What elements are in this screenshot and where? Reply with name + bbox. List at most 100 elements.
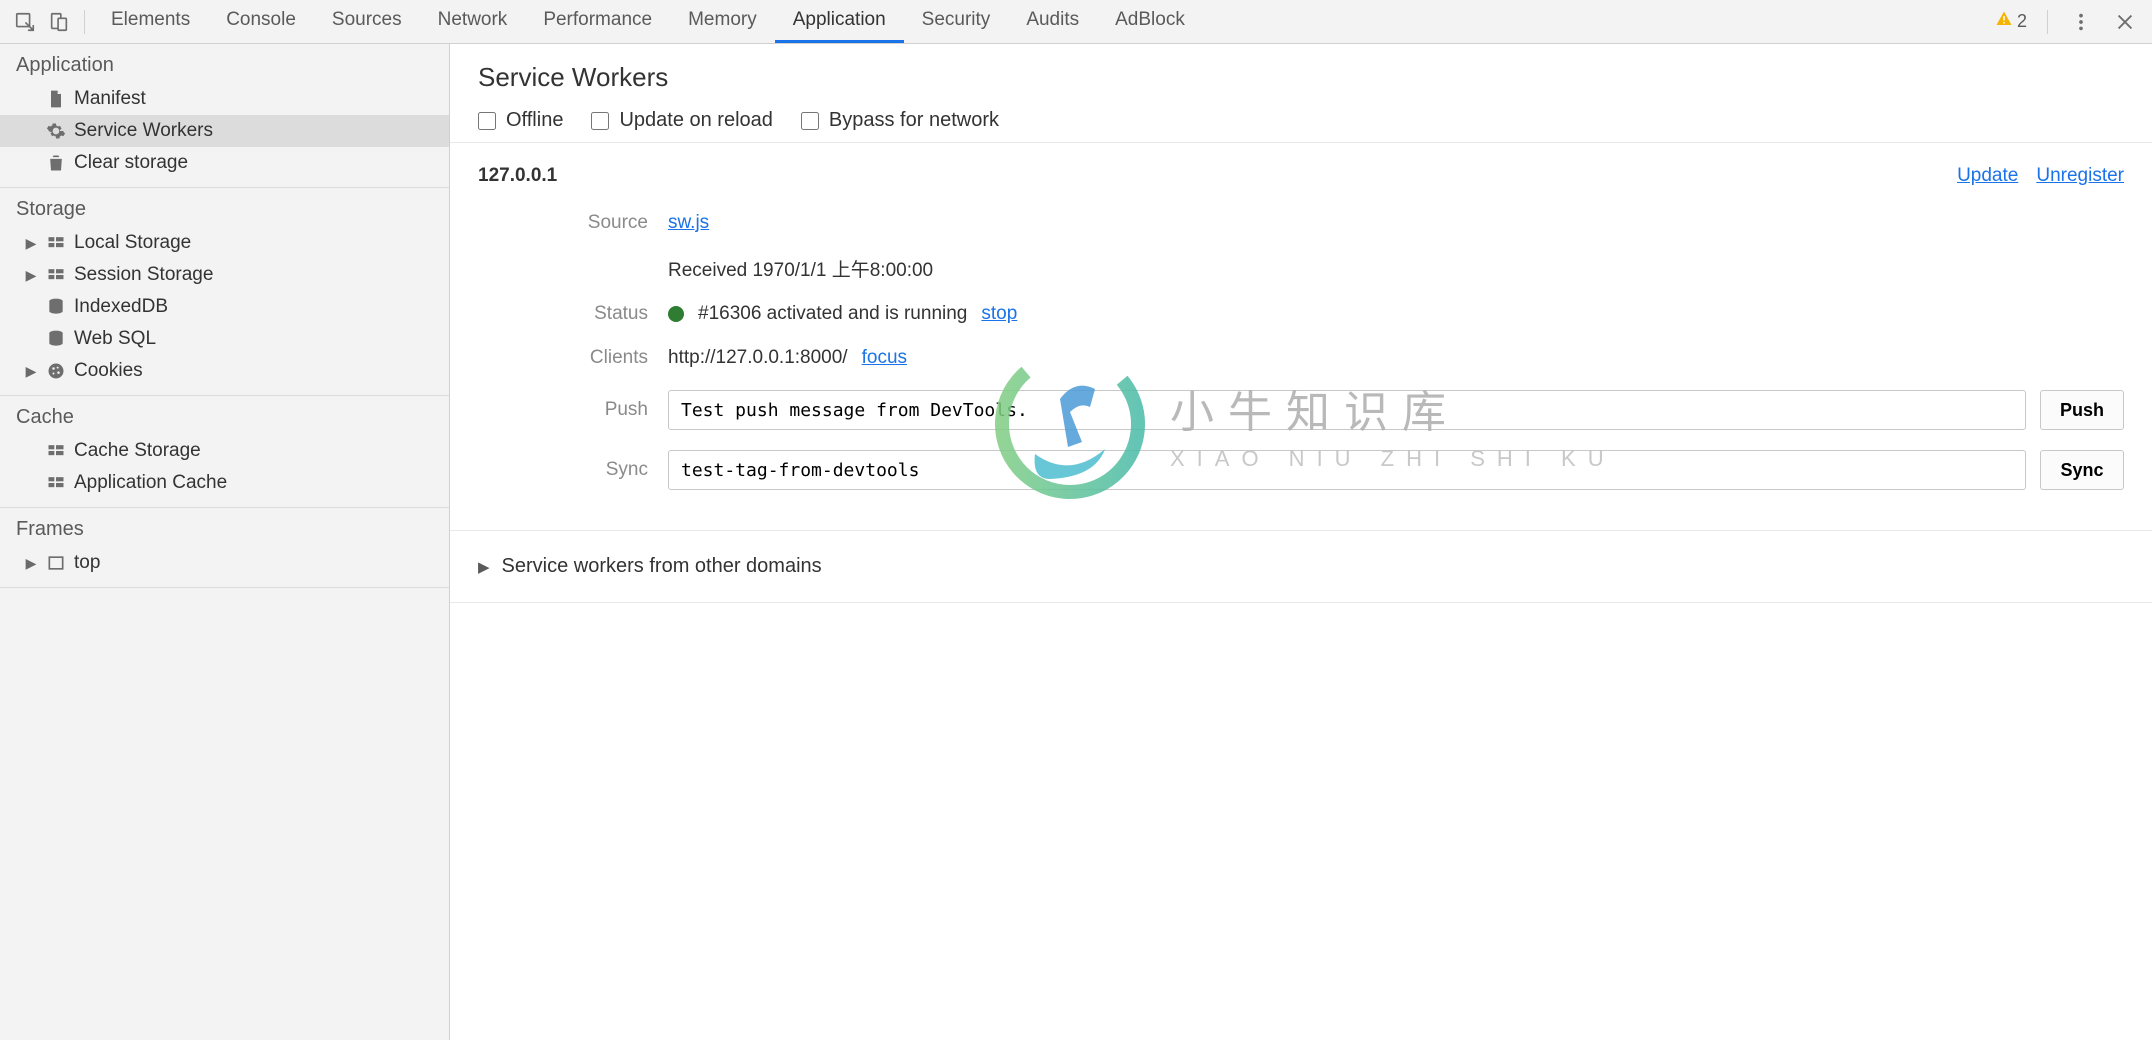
sidebar-item-service-workers[interactable]: Service Workers bbox=[0, 115, 449, 147]
sidebar-item-cookies[interactable]: ▶ Cookies bbox=[0, 355, 449, 387]
sidebar-section-frames: Frames▶top bbox=[0, 508, 449, 588]
source-link[interactable]: sw.js bbox=[668, 212, 709, 234]
offline-label: Offline bbox=[506, 109, 563, 132]
sync-input[interactable] bbox=[668, 450, 2026, 490]
tab-elements[interactable]: Elements bbox=[93, 0, 208, 43]
received-row: Received 1970/1/1 上午8:00:00 bbox=[478, 245, 2124, 292]
sidebar-section-title: Cache bbox=[0, 396, 449, 435]
bypass-for-network-input[interactable] bbox=[801, 112, 819, 130]
top-bar-divider bbox=[84, 10, 85, 34]
sidebar-item-web-sql[interactable]: Web SQL bbox=[0, 323, 449, 355]
device-toolbar-icon[interactable] bbox=[42, 5, 76, 39]
db-icon bbox=[46, 329, 66, 349]
top-bar-right: 2 bbox=[1989, 5, 2144, 39]
offline-checkbox-input[interactable] bbox=[478, 112, 496, 130]
tab-sources[interactable]: Sources bbox=[314, 0, 420, 43]
content-title: Service Workers bbox=[478, 62, 2124, 93]
sidebar-item-local-storage[interactable]: ▶ Local Storage bbox=[0, 227, 449, 259]
sidebar-item-label: Cache Storage bbox=[74, 440, 201, 462]
update-on-reload-input[interactable] bbox=[591, 112, 609, 130]
inspect-element-icon[interactable] bbox=[8, 5, 42, 39]
update-on-reload-checkbox[interactable]: Update on reload bbox=[591, 109, 772, 132]
grid-icon bbox=[46, 265, 66, 285]
clients-focus-link[interactable]: focus bbox=[862, 347, 907, 369]
sidebar-item-session-storage[interactable]: ▶Session Storage bbox=[0, 259, 449, 291]
clients-url: http://127.0.0.1:8000/ bbox=[668, 347, 848, 369]
sidebar-item-label: IndexedDB bbox=[74, 296, 168, 318]
sidebar-item-label: Clear storage bbox=[74, 152, 188, 174]
tab-memory[interactable]: Memory bbox=[670, 0, 775, 43]
source-row: Source sw.js bbox=[478, 201, 2124, 245]
grid-icon bbox=[46, 473, 66, 493]
status-dot-icon bbox=[668, 306, 684, 322]
unregister-link[interactable]: Unregister bbox=[2036, 165, 2124, 187]
sidebar-section-storage: Storage▶Local Storage▶Session StorageInd… bbox=[0, 188, 449, 396]
sidebar-item-label: Local Storage bbox=[74, 232, 191, 254]
offline-checkbox[interactable]: Offline bbox=[478, 109, 563, 132]
more-options-icon[interactable] bbox=[2062, 5, 2100, 39]
scope-name: 127.0.0.1 bbox=[478, 165, 557, 187]
sidebar-item-label: Service Workers bbox=[74, 120, 213, 142]
content-panel: Service Workers Offline Update on reload… bbox=[450, 44, 2152, 1040]
bypass-for-network-checkbox[interactable]: Bypass for network bbox=[801, 109, 999, 132]
sidebar-item-label: Cookies bbox=[74, 360, 143, 382]
warning-count-value: 2 bbox=[2017, 11, 2027, 32]
devtools-top-bar: ElementsConsoleSourcesNetworkPerformance… bbox=[0, 0, 2152, 44]
status-text: #16306 activated and is running bbox=[698, 303, 967, 325]
status-row: Status #16306 activated and is running s… bbox=[478, 292, 2124, 336]
sidebar-item-label: Manifest bbox=[74, 88, 146, 110]
scope-actions: Update Unregister bbox=[1957, 165, 2124, 187]
tab-performance[interactable]: Performance bbox=[525, 0, 670, 43]
clients-row: Clients http://127.0.0.1:8000/ focus bbox=[478, 336, 2124, 380]
cookie-icon bbox=[46, 361, 66, 381]
tab-application[interactable]: Application bbox=[775, 0, 904, 43]
sidebar: Application Manifest Service Workers Clear … bbox=[0, 44, 450, 1040]
push-label: Push bbox=[478, 399, 668, 421]
checkbox-row: Offline Update on reload Bypass for netw… bbox=[478, 109, 2124, 132]
sidebar-section-title: Frames bbox=[0, 508, 449, 547]
content-header: Service Workers Offline Update on reload… bbox=[450, 44, 2152, 142]
close-icon[interactable] bbox=[2106, 5, 2144, 39]
sync-label: Sync bbox=[478, 459, 668, 481]
received-value: Received 1970/1/1 上午8:00:00 bbox=[668, 255, 2124, 282]
sidebar-item-label: Web SQL bbox=[74, 328, 156, 350]
sidebar-item-application-cache[interactable]: Application Cache bbox=[0, 467, 449, 499]
top-tabs: ElementsConsoleSourcesNetworkPerformance… bbox=[93, 0, 1203, 43]
sidebar-section-application: Application Manifest Service Workers Clear … bbox=[0, 44, 449, 188]
warning-count[interactable]: 2 bbox=[1989, 10, 2033, 33]
service-worker-details: Source sw.js Received 1970/1/1 上午8:00:00… bbox=[450, 197, 2152, 530]
push-button[interactable]: Push bbox=[2040, 390, 2124, 430]
frame-icon bbox=[46, 553, 66, 573]
tab-adblock[interactable]: AdBlock bbox=[1097, 0, 1203, 43]
tab-network[interactable]: Network bbox=[420, 0, 526, 43]
main-split: Application Manifest Service Workers Clear … bbox=[0, 44, 2152, 1040]
sync-button[interactable]: Sync bbox=[2040, 450, 2124, 490]
sidebar-item-manifest[interactable]: Manifest bbox=[0, 83, 449, 115]
push-input[interactable] bbox=[668, 390, 2026, 430]
sidebar-section-title: Application bbox=[0, 44, 449, 83]
update-link[interactable]: Update bbox=[1957, 165, 2018, 187]
sidebar-section-title: Storage bbox=[0, 188, 449, 227]
sidebar-item-top[interactable]: ▶top bbox=[0, 547, 449, 579]
tab-security[interactable]: Security bbox=[904, 0, 1009, 43]
sidebar-item-cache-storage[interactable]: Cache Storage bbox=[0, 435, 449, 467]
expand-triangle-icon: ▶ bbox=[24, 235, 38, 252]
scope-row: 127.0.0.1 Update Unregister bbox=[450, 143, 2152, 197]
clients-label: Clients bbox=[478, 347, 668, 369]
grid-icon bbox=[46, 441, 66, 461]
status-label: Status bbox=[478, 303, 668, 325]
sidebar-item-indexeddb[interactable]: IndexedDB bbox=[0, 291, 449, 323]
status-stop-link[interactable]: stop bbox=[981, 303, 1017, 325]
tab-console[interactable]: Console bbox=[208, 0, 314, 43]
expand-triangle-icon: ▶ bbox=[24, 363, 38, 380]
other-domains-label: Service workers from other domains bbox=[502, 555, 822, 578]
sidebar-item-label: Session Storage bbox=[74, 264, 213, 286]
db-icon bbox=[46, 297, 66, 317]
sidebar-section-cache: Cache Cache Storage Application Cache bbox=[0, 396, 449, 508]
sidebar-item-clear-storage[interactable]: Clear storage bbox=[0, 147, 449, 179]
grid-icon bbox=[46, 233, 66, 253]
tab-audits[interactable]: Audits bbox=[1008, 0, 1097, 43]
other-domains-row[interactable]: ▶ Service workers from other domains bbox=[450, 530, 2152, 603]
expand-triangle-icon: ▶ bbox=[24, 555, 38, 572]
sync-row: Sync Sync bbox=[478, 440, 2124, 500]
